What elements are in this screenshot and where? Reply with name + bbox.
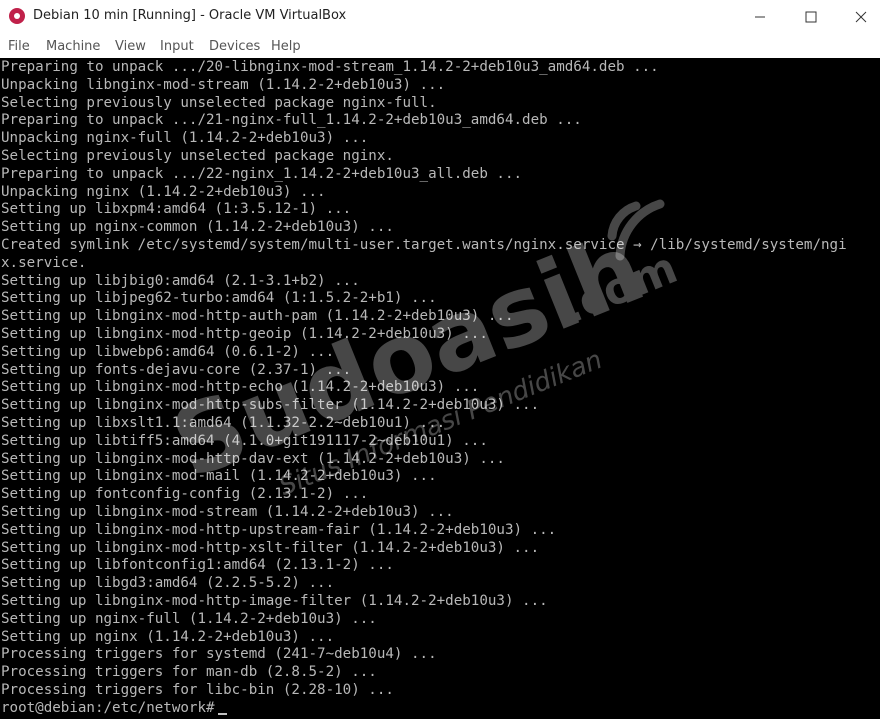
terminal-line: Preparing to unpack .../22-nginx_1.14.2-… bbox=[1, 165, 523, 182]
text-cursor bbox=[217, 712, 227, 715]
menu-machine[interactable]: Machine bbox=[46, 39, 100, 54]
terminal-line: Setting up libjbig0:amd64 (2.1-3.1+b2) .… bbox=[1, 272, 360, 289]
terminal-line: Selecting previously unselected package … bbox=[1, 94, 437, 111]
terminal-line: Selecting previously unselected package … bbox=[1, 148, 394, 164]
terminal-line: Setting up libnginx-mod-http-subs-filter… bbox=[1, 397, 540, 414]
virtualbox-icon bbox=[9, 8, 25, 24]
terminal-line: Setting up libnginx-mod-http-image-filte… bbox=[1, 593, 548, 609]
terminal-line: Setting up fonts-dejavu-core (2.37-1) ..… bbox=[1, 361, 352, 378]
terminal-line: Processing triggers for libc-bin (2.28-1… bbox=[1, 682, 394, 698]
terminal-line: Setting up libxslt1.1:amd64 (1.1.32-2.2~… bbox=[1, 415, 446, 431]
terminal-line: x.service. bbox=[1, 254, 87, 271]
shell-prompt: root@debian:/etc/network# bbox=[1, 699, 215, 716]
terminal-line: Unpacking libnginx-mod-stream (1.14.2-2+… bbox=[1, 76, 446, 93]
terminal-line: Setting up libnginx-mod-http-upstream-fa… bbox=[1, 521, 557, 538]
terminal-line: Setting up libnginx-mod-stream (1.14.2-2… bbox=[1, 504, 454, 520]
terminal-line: Setting up libnginx-mod-http-xslt-filter… bbox=[1, 539, 540, 556]
terminal-line: Created symlink /etc/systemd/system/mult… bbox=[1, 237, 847, 253]
title-bar: Debian 10 min [Running] - Oracle VM Virt… bbox=[0, 0, 880, 33]
terminal-line: Setting up nginx-common (1.14.2-2+deb10u… bbox=[1, 219, 394, 236]
terminal-line: Setting up libwebp6:amd64 (0.6.1-2) ... bbox=[1, 343, 335, 360]
menu-file[interactable]: File bbox=[8, 39, 30, 54]
maximize-button[interactable] bbox=[786, 0, 836, 33]
terminal-line: Setting up libnginx-mod-http-geoip (1.14… bbox=[1, 326, 488, 342]
terminal-line: Setting up libtiff5:amd64 (4.1.0+git1911… bbox=[1, 432, 488, 449]
menu-help[interactable]: Help bbox=[271, 39, 301, 54]
window-title: Debian 10 min [Running] - Oracle VM Virt… bbox=[33, 8, 347, 23]
terminal-line: Setting up libjpeg62-turbo:amd64 (1:1.5.… bbox=[1, 290, 437, 307]
terminal-line: Setting up libnginx-mod-http-echo (1.14.… bbox=[1, 379, 480, 396]
close-icon bbox=[855, 11, 867, 22]
menu-input[interactable]: Input bbox=[160, 39, 194, 54]
terminal-line: Setting up libnginx-mod-mail (1.14.2-2+d… bbox=[1, 468, 437, 485]
minimize-button[interactable] bbox=[735, 0, 785, 33]
close-button[interactable] bbox=[836, 0, 880, 33]
terminal-line: Unpacking nginx-full (1.14.2-2+deb10u3) … bbox=[1, 130, 369, 147]
terminal-line: Setting up libxpm4:amd64 (1:3.5.12-1) ..… bbox=[1, 201, 352, 218]
terminal-line: Setting up nginx-full (1.14.2-2+deb10u3)… bbox=[1, 610, 377, 627]
terminal-line: Setting up fontconfig-config (2.13.1-2) … bbox=[1, 486, 369, 503]
minimize-icon bbox=[755, 16, 765, 17]
terminal-line: Processing triggers for systemd (241-7~d… bbox=[1, 646, 437, 663]
terminal-line: Preparing to unpack .../20-libnginx-mod-… bbox=[1, 59, 659, 75]
terminal-line: Setting up nginx (1.14.2-2+deb10u3) ... bbox=[1, 628, 335, 645]
menu-view[interactable]: View bbox=[115, 39, 146, 54]
terminal-line: Processing triggers for man-db (2.8.5-2)… bbox=[1, 664, 377, 681]
vm-console[interactable]: Preparing to unpack .../20-libnginx-mod-… bbox=[0, 58, 880, 719]
maximize-icon bbox=[805, 11, 817, 22]
terminal-line: Setting up libfontconfig1:amd64 (2.13.1-… bbox=[1, 557, 394, 574]
terminal-line: Setting up libnginx-mod-http-dav-ext (1.… bbox=[1, 450, 505, 467]
menu-bar: File Machine View Input Devices Help bbox=[0, 35, 880, 57]
terminal-line: Setting up libgd3:amd64 (2.2.5-5.2) ... bbox=[1, 575, 335, 592]
terminal-line: Unpacking nginx (1.14.2-2+deb10u3) ... bbox=[1, 183, 326, 200]
terminal-prompt-line[interactable]: root@debian:/etc/network# bbox=[1, 699, 227, 717]
menu-devices[interactable]: Devices bbox=[209, 39, 260, 54]
terminal-line: Setting up libnginx-mod-http-auth-pam (1… bbox=[1, 308, 514, 325]
terminal-line: Preparing to unpack .../21-nginx-full_1.… bbox=[1, 112, 582, 129]
